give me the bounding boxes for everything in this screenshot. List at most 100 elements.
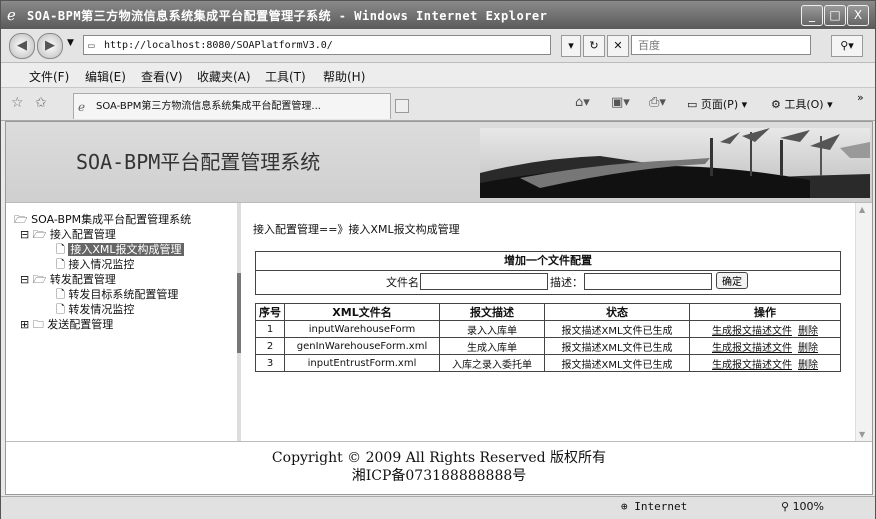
refresh-button[interactable]: ↻ (583, 35, 605, 57)
ie-logo-icon: ℯ (7, 6, 16, 24)
col-description: 报文描述 (439, 303, 545, 321)
cell-operations: 生成报文描述文件 删除 (689, 354, 841, 372)
print-icon[interactable]: ⎙▾ (649, 95, 666, 110)
col-status: 状态 (544, 303, 690, 321)
status-bar: ⊕ Internet ⚲ 100% (1, 496, 875, 519)
cell-filename: genInWarehouseForm.xml (284, 337, 440, 355)
page-icon: ▭ (88, 39, 95, 52)
col-operations: 操作 (689, 303, 841, 321)
window-title: SOA-BPM第三方物流信息系统集成平台配置管理子系统 - Windows In… (27, 9, 548, 23)
tree-item-forward-monitor-label: 转发情况监控 (68, 303, 135, 316)
zoom-icon: ⚲ (781, 500, 790, 513)
tree-node-send-config[interactable]: ⊞ 🗀 发送配置管理 (20, 316, 113, 335)
folder-open-icon: 🗁 (32, 228, 47, 241)
filename-input[interactable] (420, 273, 548, 290)
confirm-button[interactable]: 确定 (716, 272, 748, 289)
tree-node-forward-config-label: 转发配置管理 (49, 273, 116, 286)
pane-splitter[interactable] (237, 203, 241, 441)
url-input[interactable]: ▭ http://localhost:8080/SOAPlatformV3.0/ (83, 35, 551, 55)
description-input[interactable] (584, 273, 712, 290)
table-header-row: 序号 XML文件名 报文描述 状态 操作 (255, 303, 841, 321)
delete-link[interactable]: 删除 (798, 326, 818, 337)
maximize-button[interactable]: □ (824, 5, 846, 26)
title-bar: ℯ SOA-BPM第三方物流信息系统集成平台配置管理子系统 - Windows … (1, 1, 875, 29)
menu-help[interactable]: 帮助(H) (323, 68, 365, 85)
col-xml-filename: XML文件名 (284, 303, 440, 321)
banner-photo (480, 128, 870, 198)
page-menu[interactable]: ▭ 页面(P) ▾ (687, 96, 747, 112)
cell-filename: inputEntrustForm.xml (284, 354, 440, 372)
tree-item-forward-target-label: 转发目标系统配置管理 (68, 288, 179, 301)
collapse-icon: ⊟ (20, 273, 30, 286)
forward-button[interactable]: ▶ (37, 33, 63, 59)
generate-link[interactable]: 生成报文描述文件 (712, 326, 792, 337)
menu-favorites[interactable]: 收藏夹(A) (197, 68, 251, 85)
tree-item-xml-message-label: 接入XML报文构成管理 (68, 243, 184, 256)
generate-link[interactable]: 生成报文描述文件 (712, 360, 792, 371)
main-panel: 接入配置管理==》接入XML报文构成管理 增加一个文件配置 文件名： 描述： 确… (243, 203, 855, 441)
stop-button[interactable]: ✕ (607, 35, 629, 57)
collapse-icon: ⊟ (20, 228, 30, 241)
generate-link[interactable]: 生成报文描述文件 (712, 343, 792, 354)
close-button[interactable]: X (847, 5, 869, 26)
delete-link[interactable]: 删除 (798, 343, 818, 354)
navigation-tree: 🗁 SOA-BPM集成平台配置管理系统 ⊟ 🗁 接入配置管理 🗋 接入XML报文… (6, 203, 237, 441)
tree-node-send-config-label: 发送配置管理 (47, 318, 114, 331)
cell-index: 1 (255, 320, 285, 338)
site-title: SOA-BPM平台配置管理系统 (76, 150, 321, 174)
menu-tools[interactable]: 工具(T) (265, 68, 306, 85)
table-row: 1 inputWarehouseForm 录入入库单 报文描述XML文件已生成 … (255, 320, 841, 338)
col-index: 序号 (255, 303, 285, 321)
favorites-star-icon[interactable]: ☆ (11, 95, 24, 111)
cell-filename: inputWarehouseForm (284, 320, 440, 338)
folder-closed-icon: 🗀 (32, 318, 44, 331)
back-button[interactable]: ◀ (9, 33, 35, 59)
menu-view[interactable]: 查看(V) (141, 68, 183, 85)
feeds-icon[interactable]: ▣▾ (611, 95, 630, 110)
folder-open-icon: 🗁 (32, 273, 47, 286)
scroll-up-icon[interactable]: ▲ (859, 205, 865, 214)
site-banner: SOA-BPM平台配置管理系统 (6, 122, 872, 203)
globe-icon: ⊕ (621, 500, 628, 513)
search-placeholder: 百度 (638, 39, 660, 52)
search-input[interactable]: 百度 (631, 35, 811, 55)
folder-open-icon: 🗁 (14, 213, 28, 226)
breadcrumb: 接入配置管理==》接入XML报文构成管理 (253, 223, 460, 236)
cell-status: 报文描述XML文件已生成 (544, 354, 690, 372)
cell-operations: 生成报文描述文件 删除 (689, 320, 841, 338)
vertical-scrollbar[interactable]: ▲ ▼ (855, 203, 872, 441)
zone-label: Internet (634, 500, 688, 513)
page-footer: Copyright © 2009 All Rights Reserved 版权所… (6, 443, 872, 493)
security-zone: ⊕ Internet (621, 500, 687, 513)
favorites-bar: ☆ ✩ ℯ SOA-BPM第三方物流信息系统集成平台配置管理... ⌂▾ ▣▾ … (1, 88, 875, 121)
scroll-down-icon[interactable]: ▼ (859, 430, 865, 439)
home-icon[interactable]: ⌂▾ (575, 95, 590, 110)
form-title: 增加一个文件配置 (256, 252, 840, 271)
menu-file[interactable]: 文件(F) (29, 68, 69, 85)
zoom-value: 100% (792, 500, 825, 513)
description-label: 描述： (550, 276, 583, 289)
menu-edit[interactable]: 编辑(E) (85, 68, 126, 85)
url-dropdown-button[interactable]: ▾ (561, 35, 581, 57)
cell-description: 生成入库单 (439, 337, 545, 355)
history-dropdown-icon[interactable]: ▼ (67, 38, 74, 48)
chevron-more-icon[interactable]: » (857, 91, 864, 104)
url-text: http://localhost:8080/SOAPlatformV3.0/ (104, 40, 333, 51)
tools-menu[interactable]: ⚙ 工具(O) ▾ (771, 96, 833, 112)
splitter-handle[interactable] (237, 273, 241, 353)
new-tab-button[interactable] (395, 99, 409, 113)
zoom-level[interactable]: ⚲ 100% (781, 500, 824, 513)
search-button[interactable]: ⚲▾ (831, 35, 863, 57)
tree-node-access-config-label: 接入配置管理 (49, 228, 116, 241)
tools-menu-label: 工具(O) (784, 98, 824, 111)
ie-page-icon: ℯ (78, 100, 86, 114)
document-icon: 🗋 (56, 258, 65, 271)
add-favorite-icon[interactable]: ✩ (35, 95, 47, 111)
tree-root-label: SOA-BPM集成平台配置管理系统 (31, 213, 192, 226)
cell-status: 报文描述XML文件已生成 (544, 337, 690, 355)
minimize-button[interactable]: _ (801, 5, 823, 26)
cell-operations: 生成报文描述文件 删除 (689, 337, 841, 355)
icp-license-text: 湘ICP备073188888888号 (351, 468, 527, 484)
browser-tab[interactable]: ℯ SOA-BPM第三方物流信息系统集成平台配置管理... (73, 93, 391, 119)
delete-link[interactable]: 删除 (798, 360, 818, 371)
